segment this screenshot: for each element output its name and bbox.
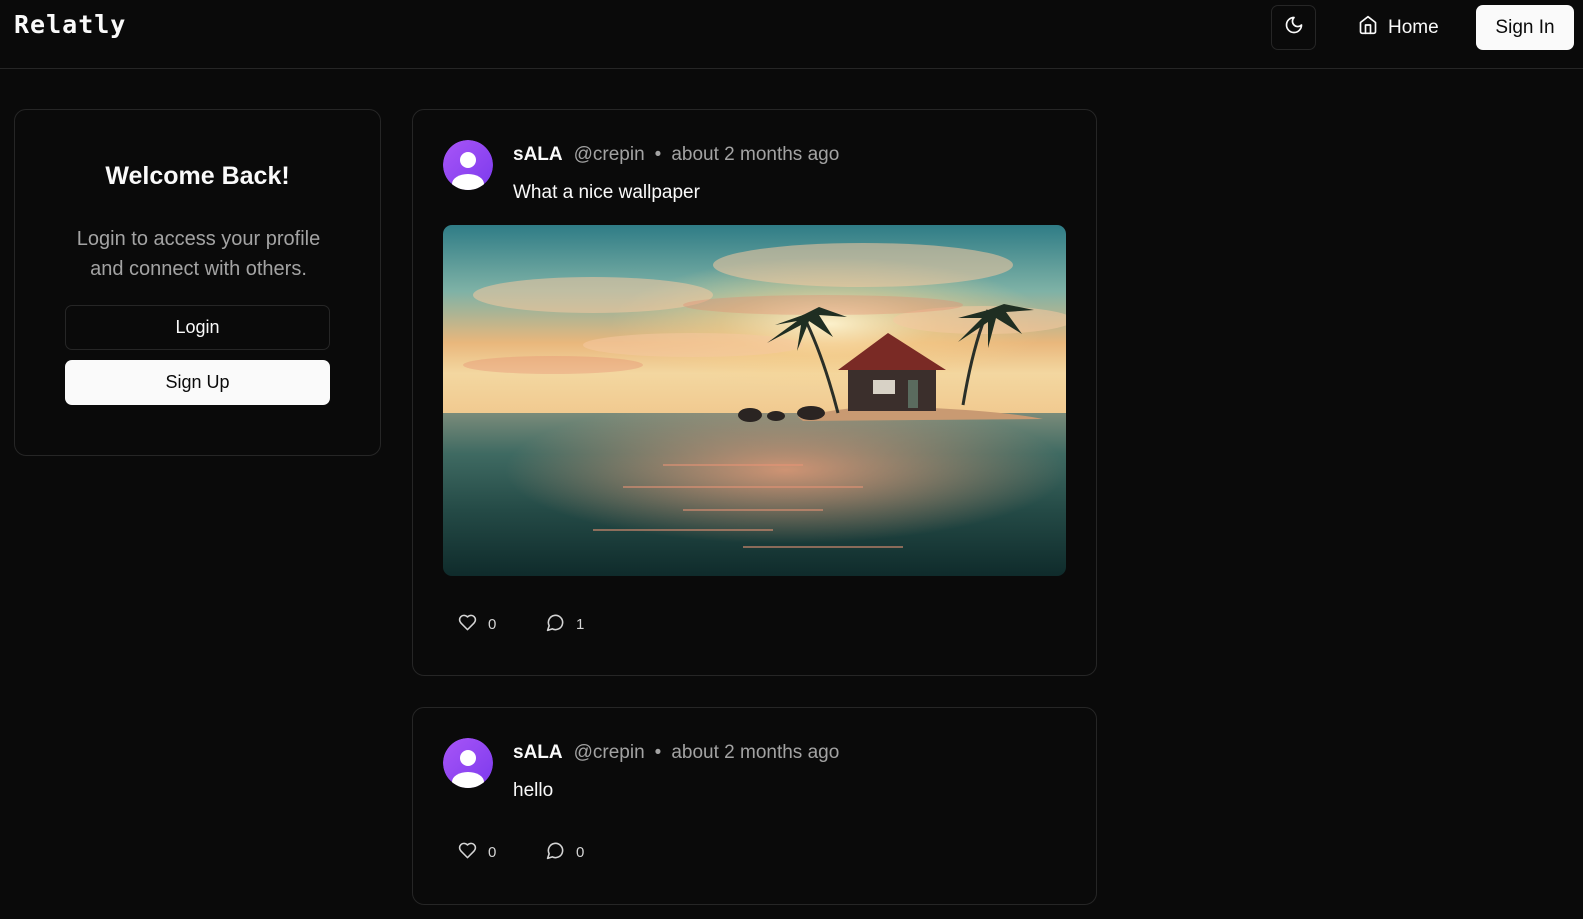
- moon-icon: [1284, 15, 1304, 40]
- like-button[interactable]: 0: [458, 841, 496, 864]
- top-navbar: Relatly Home Sign In: [0, 0, 1583, 69]
- theme-toggle-button[interactable]: [1271, 5, 1316, 50]
- post-header: sALA @crepin • about 2 months ago: [513, 742, 839, 764]
- heart-icon: [458, 841, 477, 864]
- comment-icon: [546, 613, 565, 636]
- sign-in-button[interactable]: Sign In: [1476, 5, 1574, 50]
- avatar[interactable]: [443, 738, 493, 788]
- comment-button[interactable]: 0: [546, 841, 584, 864]
- avatar[interactable]: [443, 140, 493, 190]
- welcome-description: Login to access your profile and connect…: [76, 228, 321, 280]
- post-image[interactable]: [443, 225, 1066, 576]
- author-handle[interactable]: @crepin: [574, 144, 645, 166]
- app-logo[interactable]: Relatly: [14, 10, 126, 39]
- sign-up-button[interactable]: Sign Up: [65, 360, 330, 405]
- comment-icon: [546, 841, 565, 864]
- welcome-card: Welcome Back! Login to access your profi…: [14, 109, 381, 456]
- post-timestamp: about 2 months ago: [671, 144, 840, 165]
- post-content: hello: [513, 780, 554, 801]
- heart-icon: [458, 613, 477, 636]
- post-content: What a nice wallpaper: [513, 182, 700, 203]
- post-card: sALA @crepin • about 2 months ago hello …: [412, 707, 1097, 905]
- like-count: 0: [488, 616, 497, 633]
- home-nav-link[interactable]: Home: [1350, 5, 1447, 50]
- home-label: Home: [1388, 16, 1439, 38]
- comment-count: 0: [576, 844, 585, 861]
- post-header: sALA @crepin • about 2 months ago: [513, 144, 839, 166]
- separator-dot: •: [654, 742, 662, 763]
- post-card: sALA @crepin • about 2 months ago What a…: [412, 109, 1097, 676]
- welcome-title: Welcome Back!: [105, 162, 290, 190]
- author-handle[interactable]: @crepin: [574, 742, 645, 764]
- home-icon: [1358, 15, 1378, 41]
- separator-dot: •: [654, 144, 662, 165]
- post-timestamp: about 2 months ago: [671, 742, 840, 763]
- like-button[interactable]: 0: [458, 613, 496, 636]
- author-name[interactable]: sALA: [513, 742, 563, 764]
- login-button[interactable]: Login: [65, 305, 330, 350]
- comment-button[interactable]: 1: [546, 613, 584, 636]
- author-name[interactable]: sALA: [513, 144, 563, 166]
- comment-count: 1: [576, 616, 585, 633]
- like-count: 0: [488, 844, 497, 861]
